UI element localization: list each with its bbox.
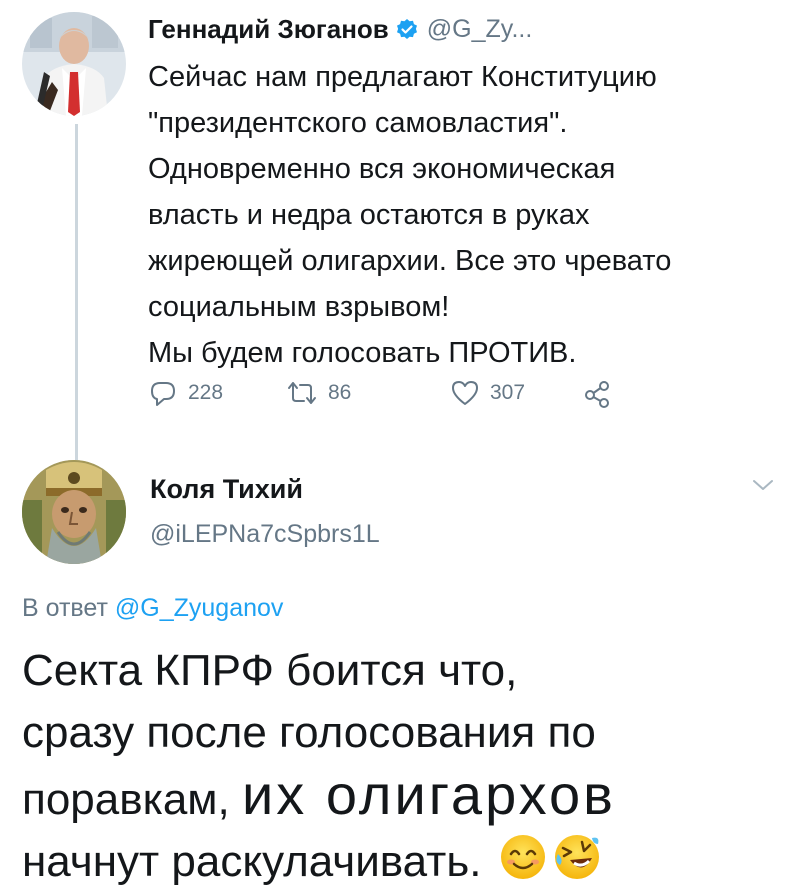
reply-button[interactable]: 228 (148, 378, 286, 408)
like-count: 307 (490, 381, 526, 404)
icon-portrait-avatar (22, 460, 126, 564)
smiling-face-icon (498, 832, 548, 882)
thread-connector-line (75, 124, 78, 460)
tweet-text-line: "президентского самовластия". (148, 107, 568, 139)
tweet-header: Геннадий Зюганов @G_Zy... (148, 14, 532, 45)
tweet-text-line: Секта КПРФ боится что, (22, 646, 518, 695)
share-icon (585, 381, 609, 408)
avatar[interactable] (22, 460, 126, 564)
rolling-laughing-face-icon (552, 832, 602, 882)
tweet-text-line: Мы будем голосовать ПРОТИВ. (148, 337, 577, 369)
author-name[interactable]: Геннадий Зюганов (148, 14, 389, 45)
verified-badge-icon (395, 18, 419, 42)
tweet-text: Секта КПРФ боится что, сразу после голос… (22, 640, 792, 893)
author-handle[interactable]: @G_Zy... (427, 15, 532, 44)
in-reply-prefix: В ответ (22, 594, 108, 622)
in-reply-to: В ответ @G_Zyuganov (22, 594, 283, 623)
more-options-button[interactable] (752, 478, 774, 497)
reply-count: 228 (188, 381, 224, 404)
original-tweet[interactable]: Геннадий Зюганов @G_Zy... Сейчас нам пре… (0, 0, 800, 460)
tweet-text-fragment-large: их олигархов (242, 763, 616, 826)
tweet-text-line: сразу после голосования по (22, 708, 596, 757)
tweet-actions: 228 86 307 (148, 378, 612, 408)
heart-icon (452, 381, 478, 405)
share-button[interactable] (582, 378, 612, 408)
author-handle[interactable]: @iLEPNa7cSpbrs1L (150, 520, 380, 549)
author-name[interactable]: Коля Тихий (150, 474, 303, 505)
tweet-text-line: Сейчас нам предлагают Конституцию (148, 61, 657, 93)
tweet-text-line: социальным взрывом! (148, 291, 450, 323)
mention-link[interactable]: @G_Zyuganov (115, 594, 284, 622)
tweet-text-line: власть и недра остаются в руках (148, 199, 590, 231)
tweet-text-line: поравкам, их олигархов (22, 764, 792, 831)
tweet-text-line: начнут раскулачивать. (22, 831, 792, 893)
tweet-text-line: Одновременно вся экономическая (148, 153, 616, 185)
retweet-icon (288, 382, 316, 404)
reply-icon (151, 382, 175, 406)
chevron-down-icon (753, 480, 773, 490)
tweet-text-fragment: начнут раскулачивать. (22, 837, 482, 886)
like-button[interactable]: 307 (450, 378, 582, 408)
retweet-button[interactable]: 86 (286, 378, 450, 408)
tweet-text-fragment: поравкам, (22, 775, 230, 824)
retweet-count: 86 (328, 381, 352, 404)
avatar[interactable] (22, 12, 126, 116)
tweet-text-line: жиреющей олигархии. Все это чревато (148, 245, 672, 277)
author-photo (22, 12, 126, 116)
tweet-text: Сейчас нам предлагают Конституцию "прези… (148, 54, 788, 376)
